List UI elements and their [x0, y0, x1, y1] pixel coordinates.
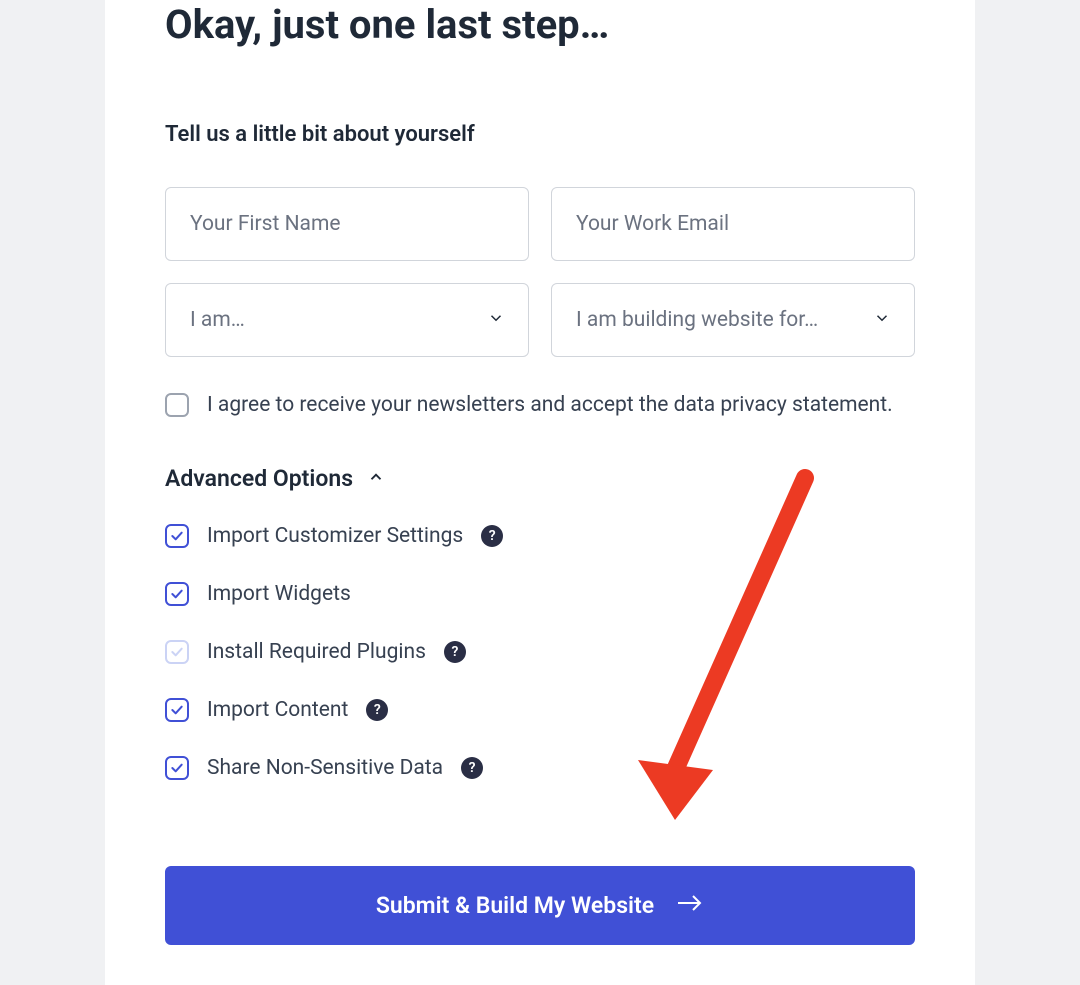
option-label: Import Customizer Settings: [207, 524, 463, 548]
option-label: Share Non-Sensitive Data: [207, 756, 443, 780]
help-icon[interactable]: ?: [444, 641, 466, 663]
work-email-input[interactable]: [551, 187, 915, 261]
option-import-content: Import Content ?: [165, 698, 915, 722]
building-for-select-wrapper: [551, 283, 915, 357]
i-am-select[interactable]: [165, 283, 529, 357]
consent-text: I agree to receive your newsletters and …: [207, 393, 893, 417]
chevron-up-icon: [367, 468, 385, 490]
option-share-data: Share Non-Sensitive Data ?: [165, 756, 915, 780]
form-card: Okay, just one last step… Tell us a litt…: [105, 0, 975, 985]
building-for-select[interactable]: [551, 283, 915, 357]
consent-row: I agree to receive your newsletters and …: [165, 393, 915, 417]
option-install-plugins: Install Required Plugins ?: [165, 640, 915, 664]
submit-build-button[interactable]: Submit & Build My Website: [165, 866, 915, 945]
help-icon[interactable]: ?: [481, 525, 503, 547]
help-icon[interactable]: ?: [461, 757, 483, 779]
option-checkbox[interactable]: [165, 582, 189, 606]
advanced-options-list: Import Customizer Settings ? Import Widg…: [165, 524, 915, 780]
first-name-input[interactable]: [165, 187, 529, 261]
submit-button-label: Submit & Build My Website: [376, 892, 654, 919]
help-icon[interactable]: ?: [366, 699, 388, 721]
form-grid: [165, 187, 915, 357]
consent-checkbox[interactable]: [165, 393, 189, 417]
section-subtitle: Tell us a little bit about yourself: [165, 122, 915, 147]
option-checkbox[interactable]: [165, 640, 189, 664]
option-label: Import Content: [207, 698, 348, 722]
option-checkbox[interactable]: [165, 524, 189, 548]
option-import-customizer: Import Customizer Settings ?: [165, 524, 915, 548]
option-checkbox[interactable]: [165, 756, 189, 780]
option-label: Install Required Plugins: [207, 640, 426, 664]
arrow-right-icon: [676, 892, 704, 919]
i-am-select-wrapper: [165, 283, 529, 357]
advanced-options-title: Advanced Options: [165, 465, 353, 492]
option-checkbox[interactable]: [165, 698, 189, 722]
page-title: Okay, just one last step…: [165, 0, 915, 50]
option-import-widgets: Import Widgets: [165, 582, 915, 606]
advanced-options-toggle[interactable]: Advanced Options: [165, 465, 915, 492]
option-label: Import Widgets: [207, 582, 351, 606]
